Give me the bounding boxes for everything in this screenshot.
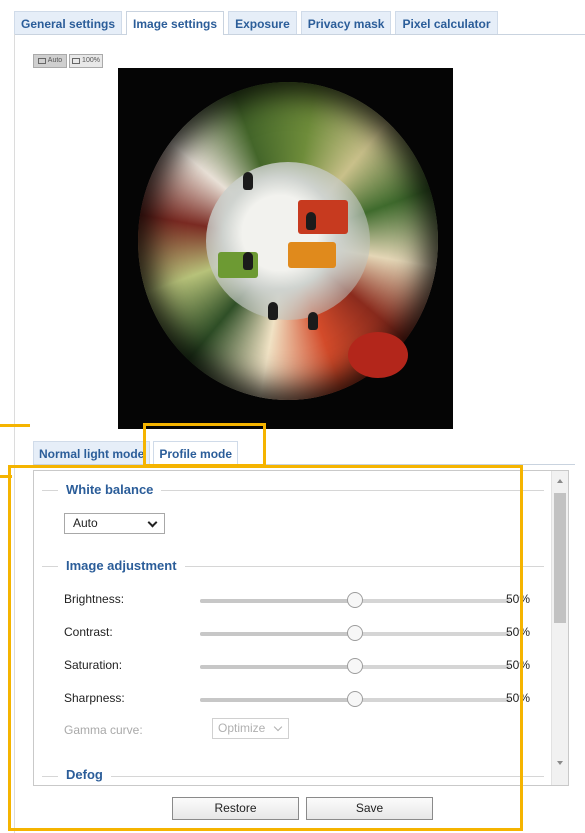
tab-image-settings[interactable]: Image settings: [126, 11, 225, 35]
tab-exposure[interactable]: Exposure: [228, 11, 297, 35]
shopper-figure: [308, 312, 318, 330]
view-auto-label: Auto: [47, 57, 63, 64]
monitor-icon: [72, 58, 81, 64]
produce-display: [348, 332, 408, 378]
panel-scrollbar[interactable]: [551, 471, 568, 785]
shopper-figure: [306, 212, 316, 230]
view-auto-button[interactable]: Auto: [33, 54, 67, 68]
monitor-icon: [37, 58, 46, 64]
callout-line: [0, 475, 12, 478]
camera-live-view: [118, 68, 453, 429]
profile-settings-highlight: [8, 465, 523, 831]
produce-display: [288, 242, 336, 268]
store-floor: [206, 162, 370, 320]
scroll-down-arrow-icon[interactable]: [557, 761, 563, 765]
shopper-figure: [243, 172, 253, 190]
shopper-figure: [268, 302, 278, 320]
view-100-button[interactable]: 100%: [69, 54, 103, 68]
tab-normal-light-mode[interactable]: Normal light mode: [33, 441, 151, 465]
shopper-figure: [243, 252, 253, 270]
settings-tabs: General settings Image settings Exposure…: [14, 11, 498, 35]
tab-privacy-mask[interactable]: Privacy mask: [300, 11, 392, 35]
scroll-up-arrow-icon[interactable]: [557, 479, 563, 483]
scrollbar-thumb[interactable]: [554, 493, 566, 623]
tab-general-settings[interactable]: General settings: [14, 11, 123, 35]
fisheye-image: [138, 82, 438, 400]
view-100-label: 100%: [82, 57, 100, 64]
callout-line: [0, 424, 30, 427]
profile-mode-highlight: [143, 423, 266, 467]
view-size-toggle: Auto 100%: [33, 54, 103, 68]
tab-pixel-calculator[interactable]: Pixel calculator: [395, 11, 498, 35]
